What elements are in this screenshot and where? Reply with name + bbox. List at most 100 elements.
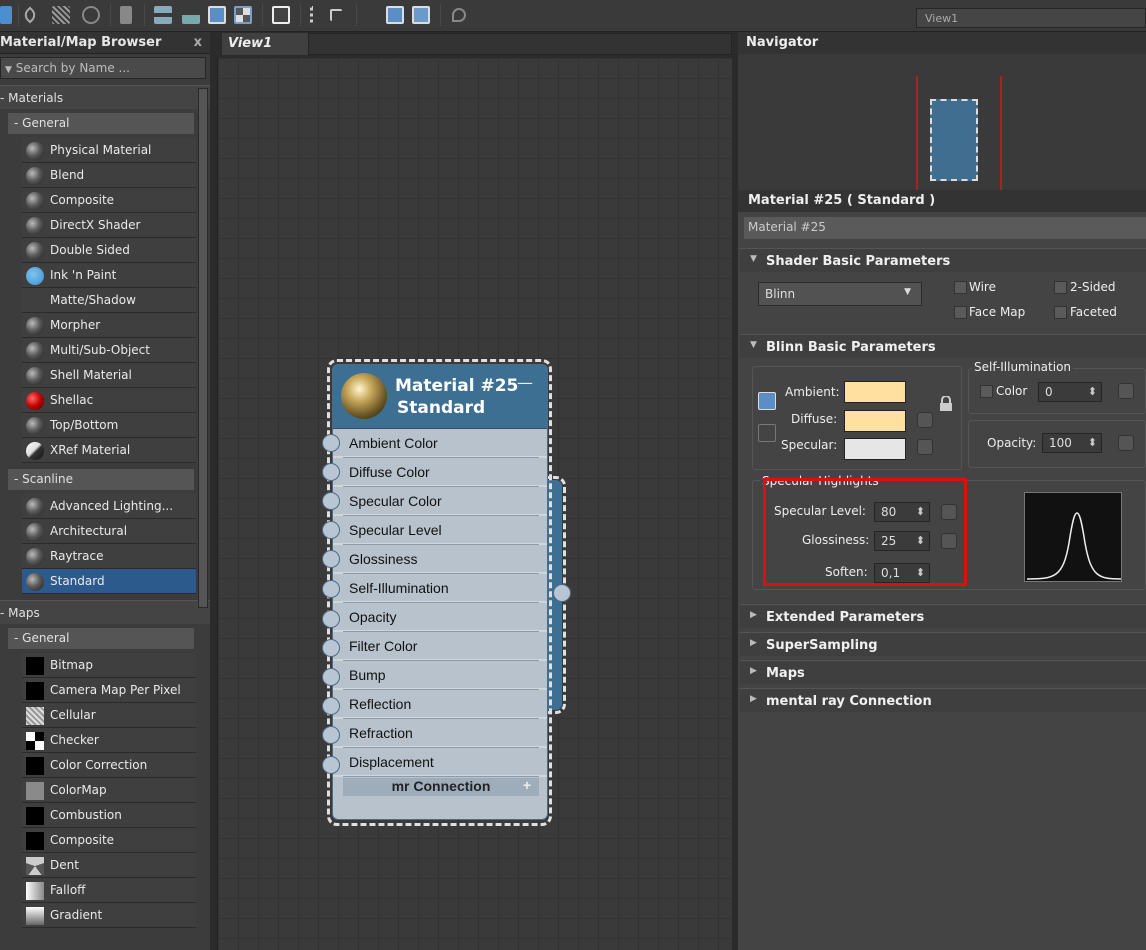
move-children-icon[interactable] <box>154 6 172 24</box>
parameter-editor-icon[interactable] <box>412 6 430 24</box>
maps-general-header[interactable]: - General <box>8 628 194 649</box>
show-background-icon[interactable] <box>234 6 252 24</box>
close-icon[interactable]: x <box>194 35 202 50</box>
expand-icon[interactable]: + <box>523 777 531 793</box>
node-slot[interactable]: Diffuse Color <box>333 458 547 487</box>
maps-header[interactable]: - Maps <box>0 600 210 624</box>
input-socket[interactable] <box>322 610 340 628</box>
assign-material-icon[interactable] <box>52 6 70 24</box>
material-id-icon[interactable] <box>272 6 290 24</box>
self-illum-spinner[interactable]: 0 ⬍ <box>1038 382 1102 402</box>
reset-icon[interactable] <box>82 6 100 24</box>
output-socket[interactable] <box>553 584 571 602</box>
scanline-header[interactable]: - Scanline <box>8 469 194 490</box>
node-header[interactable]: Material #25 Standard — <box>333 365 547 429</box>
rollout-maps[interactable]: ▶ Maps <box>740 660 1146 684</box>
list-item[interactable]: Checker <box>22 728 196 753</box>
show-map-icon[interactable] <box>208 6 226 24</box>
select-by-material-icon[interactable] <box>182 6 200 24</box>
list-item[interactable]: Top/Bottom <box>22 413 196 438</box>
list-item[interactable]: Shellac <box>22 388 196 413</box>
list-item[interactable]: Shell Material <box>22 363 196 388</box>
material-map-browser-icon[interactable] <box>386 6 404 24</box>
delete-icon[interactable] <box>120 6 132 24</box>
node-slot[interactable]: Specular Color <box>333 487 547 516</box>
list-item[interactable]: Color Correction <box>22 753 196 778</box>
spinner-arrows-icon[interactable]: ⬍ <box>1088 385 1097 398</box>
layout-all-icon[interactable] <box>310 6 318 24</box>
rollout-blinn[interactable]: ▼ Blinn Basic Parameters <box>740 334 1146 358</box>
lock-icon[interactable] <box>939 395 953 412</box>
list-item[interactable]: XRef Material <box>22 438 196 463</box>
node-slot[interactable]: Ambient Color <box>333 429 547 458</box>
wire-checkbox[interactable] <box>954 281 967 294</box>
input-socket[interactable] <box>322 756 340 774</box>
list-item-selected[interactable]: Standard <box>22 569 196 594</box>
map-button[interactable] <box>1118 383 1134 399</box>
link-icon[interactable] <box>758 392 776 410</box>
list-item[interactable]: Ink 'n Paint <box>22 263 196 288</box>
diffuse-map-button[interactable] <box>917 412 933 428</box>
self-illum-color-checkbox[interactable] <box>980 385 993 398</box>
list-item[interactable]: Matte/Shadow <box>22 288 196 313</box>
list-item[interactable]: Advanced Lighting... <box>22 494 196 519</box>
spinner-arrows-icon[interactable]: ⬍ <box>1088 436 1097 449</box>
list-item[interactable]: ColorMap <box>22 778 196 803</box>
navigator-area[interactable] <box>738 54 1146 212</box>
input-socket[interactable] <box>322 697 340 715</box>
node-slot[interactable]: Self-Illumination <box>333 574 547 603</box>
node-slot[interactable]: Filter Color <box>333 632 547 661</box>
view-select[interactable]: View1 <box>916 8 1146 28</box>
list-item[interactable]: Falloff <box>22 878 196 903</box>
rollout-shader[interactable]: ▼ Shader Basic Parameters <box>740 248 1146 272</box>
input-socket[interactable] <box>322 639 340 657</box>
rollout-mental-ray[interactable]: ▶ mental ray Connection <box>740 688 1146 712</box>
rollout-extended[interactable]: ▶ Extended Parameters <box>740 604 1146 628</box>
link-icon[interactable] <box>758 424 776 442</box>
list-item[interactable]: DirectX Shader <box>22 213 196 238</box>
specular-map-button[interactable] <box>917 439 933 455</box>
specular-swatch[interactable] <box>844 438 906 460</box>
list-item[interactable]: Composite <box>22 828 196 853</box>
select-icon[interactable] <box>0 6 12 24</box>
input-socket[interactable] <box>322 580 340 598</box>
list-item[interactable]: Composite <box>22 188 196 213</box>
list-item[interactable]: Morpher <box>22 313 196 338</box>
list-item[interactable]: Double Sided <box>22 238 196 263</box>
ambient-swatch[interactable] <box>844 381 906 403</box>
list-item[interactable]: Cellular <box>22 703 196 728</box>
faceted-checkbox[interactable] <box>1054 306 1067 319</box>
node-slot[interactable]: Glossiness <box>333 545 547 574</box>
face-map-checkbox[interactable] <box>954 306 967 319</box>
opacity-spinner[interactable]: 100 ⬍ <box>1042 433 1102 453</box>
rollout-supersampling[interactable]: ▶ SuperSampling <box>740 632 1146 656</box>
shader-select[interactable]: Blinn ▼ <box>758 282 922 306</box>
tab-view1[interactable]: View1 <box>222 33 308 55</box>
list-item[interactable]: Camera Map Per Pixel <box>22 678 196 703</box>
node-slot[interactable]: Specular Level <box>333 516 547 545</box>
list-item[interactable]: Architectural <box>22 519 196 544</box>
pick-material-icon[interactable] <box>21 6 39 24</box>
node-slot[interactable]: Displacement <box>333 748 547 777</box>
material-node[interactable]: Material #25 Standard — Ambient Color Di… <box>332 364 548 820</box>
node-slot[interactable]: Refraction <box>333 719 547 748</box>
layout-children-icon[interactable] <box>330 9 342 21</box>
node-slot[interactable]: Opacity <box>333 603 547 632</box>
search-input[interactable]: ▼ Search by Name ... <box>0 57 206 79</box>
list-item[interactable]: Multi/Sub-Object <box>22 338 196 363</box>
input-socket[interactable] <box>322 434 340 452</box>
list-item[interactable]: Bitmap <box>22 653 196 678</box>
opacity-map-button[interactable] <box>1118 435 1134 451</box>
browser-scrollbar[interactable] <box>198 88 208 608</box>
input-socket[interactable] <box>322 668 340 686</box>
input-socket[interactable] <box>322 463 340 481</box>
input-socket[interactable] <box>322 550 340 568</box>
select-by-material-icon[interactable] <box>452 8 466 22</box>
mr-connection-slot[interactable]: mr Connection + <box>343 777 539 796</box>
minimize-icon[interactable]: — <box>517 373 533 392</box>
list-item[interactable]: Dent <box>22 853 196 878</box>
search-dropdown-icon[interactable]: ▼ <box>5 65 12 75</box>
list-item[interactable]: Combustion <box>22 803 196 828</box>
list-item[interactable]: Blend <box>22 163 196 188</box>
diffuse-swatch[interactable] <box>844 410 906 432</box>
